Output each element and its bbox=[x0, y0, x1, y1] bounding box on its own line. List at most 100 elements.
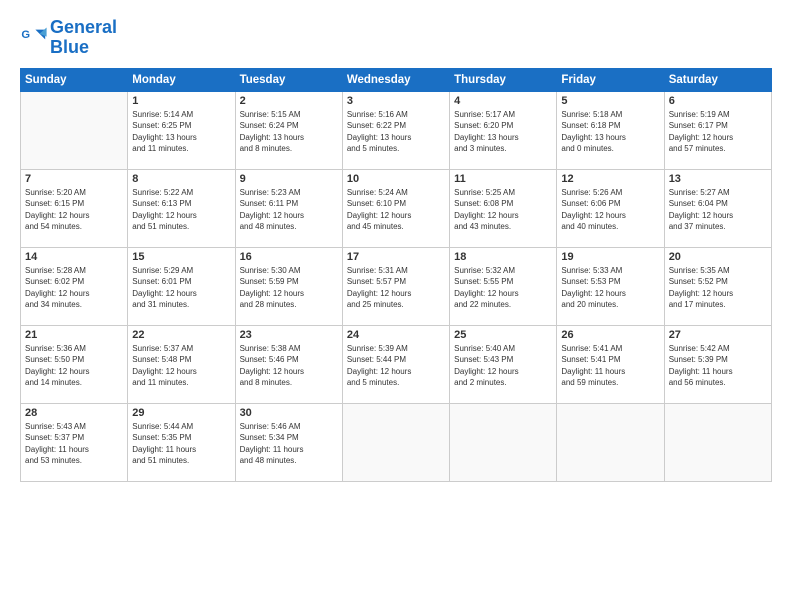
calendar-cell: 16 Sunrise: 5:30 AM Sunset: 5:59 PM Dayli… bbox=[235, 247, 342, 325]
day-number: 17 bbox=[347, 251, 445, 263]
logo-icon: G bbox=[20, 24, 48, 52]
day-number: 24 bbox=[347, 329, 445, 341]
day-info: Sunrise: 5:16 AM Sunset: 6:22 PM Dayligh… bbox=[347, 109, 445, 155]
day-info: Sunrise: 5:33 AM Sunset: 5:53 PM Dayligh… bbox=[561, 265, 659, 311]
day-number: 13 bbox=[669, 173, 767, 185]
day-info: Sunrise: 5:32 AM Sunset: 5:55 PM Dayligh… bbox=[454, 265, 552, 311]
day-info: Sunrise: 5:24 AM Sunset: 6:10 PM Dayligh… bbox=[347, 187, 445, 233]
day-info: Sunrise: 5:46 AM Sunset: 5:34 PM Dayligh… bbox=[240, 421, 338, 467]
day-number: 25 bbox=[454, 329, 552, 341]
calendar-cell: 13 Sunrise: 5:27 AM Sunset: 6:04 PM Dayli… bbox=[664, 169, 771, 247]
day-info: Sunrise: 5:26 AM Sunset: 6:06 PM Dayligh… bbox=[561, 187, 659, 233]
day-number: 1 bbox=[132, 95, 230, 107]
calendar-cell: 14 Sunrise: 5:28 AM Sunset: 6:02 PM Dayli… bbox=[21, 247, 128, 325]
calendar-week-3: 14 Sunrise: 5:28 AM Sunset: 6:02 PM Dayli… bbox=[21, 247, 772, 325]
day-number: 30 bbox=[240, 407, 338, 419]
weekday-header-saturday: Saturday bbox=[664, 68, 771, 91]
day-info: Sunrise: 5:36 AM Sunset: 5:50 PM Dayligh… bbox=[25, 343, 123, 389]
calendar-cell bbox=[450, 403, 557, 481]
day-info: Sunrise: 5:22 AM Sunset: 6:13 PM Dayligh… bbox=[132, 187, 230, 233]
day-number: 14 bbox=[25, 251, 123, 263]
day-number: 28 bbox=[25, 407, 123, 419]
day-info: Sunrise: 5:20 AM Sunset: 6:15 PM Dayligh… bbox=[25, 187, 123, 233]
weekday-header-wednesday: Wednesday bbox=[342, 68, 449, 91]
svg-text:G: G bbox=[21, 29, 30, 41]
calendar-cell: 20 Sunrise: 5:35 AM Sunset: 5:52 PM Dayli… bbox=[664, 247, 771, 325]
day-number: 29 bbox=[132, 407, 230, 419]
calendar-week-4: 21 Sunrise: 5:36 AM Sunset: 5:50 PM Dayli… bbox=[21, 325, 772, 403]
calendar-cell: 26 Sunrise: 5:41 AM Sunset: 5:41 PM Dayli… bbox=[557, 325, 664, 403]
calendar-cell: 23Sunrise: 5:38 AM Sunset: 5:46 PM Dayli… bbox=[235, 325, 342, 403]
day-number: 21 bbox=[25, 329, 123, 341]
calendar-cell: 15Sunrise: 5:29 AM Sunset: 6:01 PM Dayli… bbox=[128, 247, 235, 325]
day-info: Sunrise: 5:27 AM Sunset: 6:04 PM Dayligh… bbox=[669, 187, 767, 233]
day-number: 26 bbox=[561, 329, 659, 341]
calendar-cell: 18Sunrise: 5:32 AM Sunset: 5:55 PM Dayli… bbox=[450, 247, 557, 325]
day-info: Sunrise: 5:40 AM Sunset: 5:43 PM Dayligh… bbox=[454, 343, 552, 389]
day-info: Sunrise: 5:19 AM Sunset: 6:17 PM Dayligh… bbox=[669, 109, 767, 155]
logo-text: General Blue bbox=[50, 18, 117, 58]
day-number: 10 bbox=[347, 173, 445, 185]
page: G General Blue SundayMondayTuesdayWednes… bbox=[0, 0, 792, 612]
calendar-cell: 17 Sunrise: 5:31 AM Sunset: 5:57 PM Dayli… bbox=[342, 247, 449, 325]
day-info: Sunrise: 5:41 AM Sunset: 5:41 PM Dayligh… bbox=[561, 343, 659, 389]
calendar-cell: 22 Sunrise: 5:37 AM Sunset: 5:48 PM Dayli… bbox=[128, 325, 235, 403]
calendar-cell: 1Sunrise: 5:14 AM Sunset: 6:25 PM Daylig… bbox=[128, 91, 235, 169]
weekday-header-monday: Monday bbox=[128, 68, 235, 91]
day-number: 22 bbox=[132, 329, 230, 341]
calendar-cell: 10 Sunrise: 5:24 AM Sunset: 6:10 PM Dayli… bbox=[342, 169, 449, 247]
calendar-cell: 24Sunrise: 5:39 AM Sunset: 5:44 PM Dayli… bbox=[342, 325, 449, 403]
calendar-cell: 2Sunrise: 5:15 AM Sunset: 6:24 PM Daylig… bbox=[235, 91, 342, 169]
day-number: 9 bbox=[240, 173, 338, 185]
calendar-cell bbox=[21, 91, 128, 169]
day-number: 2 bbox=[240, 95, 338, 107]
day-info: Sunrise: 5:28 AM Sunset: 6:02 PM Dayligh… bbox=[25, 265, 123, 311]
calendar-cell: 12 Sunrise: 5:26 AM Sunset: 6:06 PM Dayli… bbox=[557, 169, 664, 247]
day-info: Sunrise: 5:30 AM Sunset: 5:59 PM Dayligh… bbox=[240, 265, 338, 311]
day-number: 27 bbox=[669, 329, 767, 341]
day-info: Sunrise: 5:23 AM Sunset: 6:11 PM Dayligh… bbox=[240, 187, 338, 233]
weekday-header-friday: Friday bbox=[557, 68, 664, 91]
calendar-cell: 6 Sunrise: 5:19 AM Sunset: 6:17 PM Daylig… bbox=[664, 91, 771, 169]
day-number: 12 bbox=[561, 173, 659, 185]
day-info: Sunrise: 5:25 AM Sunset: 6:08 PM Dayligh… bbox=[454, 187, 552, 233]
day-info: Sunrise: 5:44 AM Sunset: 5:35 PM Dayligh… bbox=[132, 421, 230, 467]
day-number: 20 bbox=[669, 251, 767, 263]
calendar-cell: 21 Sunrise: 5:36 AM Sunset: 5:50 PM Dayli… bbox=[21, 325, 128, 403]
day-info: Sunrise: 5:17 AM Sunset: 6:20 PM Dayligh… bbox=[454, 109, 552, 155]
header: G General Blue bbox=[20, 18, 772, 58]
day-info: Sunrise: 5:37 AM Sunset: 5:48 PM Dayligh… bbox=[132, 343, 230, 389]
calendar-cell: 19 Sunrise: 5:33 AM Sunset: 5:53 PM Dayli… bbox=[557, 247, 664, 325]
calendar-week-1: 1Sunrise: 5:14 AM Sunset: 6:25 PM Daylig… bbox=[21, 91, 772, 169]
day-info: Sunrise: 5:31 AM Sunset: 5:57 PM Dayligh… bbox=[347, 265, 445, 311]
weekday-header-sunday: Sunday bbox=[21, 68, 128, 91]
calendar-cell bbox=[342, 403, 449, 481]
day-number: 7 bbox=[25, 173, 123, 185]
day-info: Sunrise: 5:35 AM Sunset: 5:52 PM Dayligh… bbox=[669, 265, 767, 311]
day-number: 16 bbox=[240, 251, 338, 263]
day-info: Sunrise: 5:42 AM Sunset: 5:39 PM Dayligh… bbox=[669, 343, 767, 389]
weekday-header-thursday: Thursday bbox=[450, 68, 557, 91]
calendar-cell: 25 Sunrise: 5:40 AM Sunset: 5:43 PM Dayli… bbox=[450, 325, 557, 403]
day-number: 11 bbox=[454, 173, 552, 185]
calendar-week-5: 28 Sunrise: 5:43 AM Sunset: 5:37 PM Dayli… bbox=[21, 403, 772, 481]
calendar-cell: 29 Sunrise: 5:44 AM Sunset: 5:35 PM Dayli… bbox=[128, 403, 235, 481]
weekday-header-row: SundayMondayTuesdayWednesdayThursdayFrid… bbox=[21, 68, 772, 91]
day-number: 15 bbox=[132, 251, 230, 263]
calendar-cell: 11 Sunrise: 5:25 AM Sunset: 6:08 PM Dayli… bbox=[450, 169, 557, 247]
weekday-header-tuesday: Tuesday bbox=[235, 68, 342, 91]
day-number: 5 bbox=[561, 95, 659, 107]
day-number: 3 bbox=[347, 95, 445, 107]
day-number: 23 bbox=[240, 329, 338, 341]
day-info: Sunrise: 5:18 AM Sunset: 6:18 PM Dayligh… bbox=[561, 109, 659, 155]
calendar-cell: 30 Sunrise: 5:46 AM Sunset: 5:34 PM Dayli… bbox=[235, 403, 342, 481]
calendar-cell: 9 Sunrise: 5:23 AM Sunset: 6:11 PM Daylig… bbox=[235, 169, 342, 247]
day-number: 19 bbox=[561, 251, 659, 263]
calendar-cell: 3 Sunrise: 5:16 AM Sunset: 6:22 PM Daylig… bbox=[342, 91, 449, 169]
day-info: Sunrise: 5:43 AM Sunset: 5:37 PM Dayligh… bbox=[25, 421, 123, 467]
day-number: 6 bbox=[669, 95, 767, 107]
calendar-cell bbox=[664, 403, 771, 481]
calendar: SundayMondayTuesdayWednesdayThursdayFrid… bbox=[20, 68, 772, 482]
day-number: 4 bbox=[454, 95, 552, 107]
calendar-cell: 7 Sunrise: 5:20 AM Sunset: 6:15 PM Daylig… bbox=[21, 169, 128, 247]
